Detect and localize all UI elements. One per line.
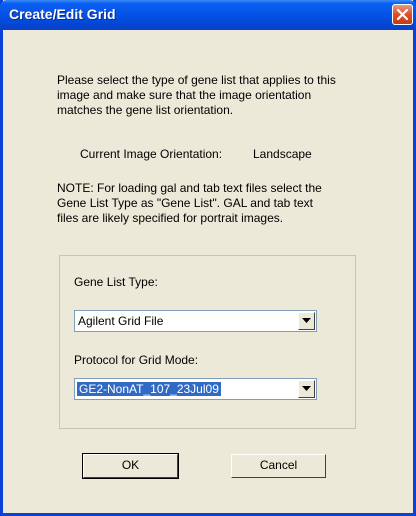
window-title: Create/Edit Grid <box>9 6 116 22</box>
ok-button[interactable]: OK <box>82 453 179 479</box>
gene-list-type-dropdown-button[interactable] <box>298 312 315 330</box>
gene-list-type-label: Gene List Type: <box>74 275 158 289</box>
instruction-line-2: image and make sure that the image orien… <box>57 88 312 102</box>
gene-list-type-select[interactable]: Agilent Grid File <box>74 310 317 332</box>
instruction-line-3: matches the gene list orientation. <box>57 103 234 117</box>
note-line-1: NOTE: For loading gal and tab text files… <box>57 181 322 195</box>
protocol-label: Protocol for Grid Mode: <box>74 353 199 367</box>
protocol-value: GE2-NonAT_107_23Jul09 <box>77 382 221 396</box>
close-icon <box>397 9 408 20</box>
chevron-down-icon <box>302 318 311 323</box>
orientation-label: Current Image Orientation: <box>80 147 223 161</box>
chevron-down-icon <box>302 386 311 391</box>
note-line-3: files are likely specified for portrait … <box>57 211 284 225</box>
gene-list-type-value: Agilent Grid File <box>78 314 164 328</box>
instruction-line-1: Please select the type of gene list that… <box>57 73 336 87</box>
title-bar[interactable]: Create/Edit Grid <box>0 0 416 30</box>
cancel-button[interactable]: Cancel <box>231 454 326 478</box>
protocol-dropdown-button[interactable] <box>298 380 315 398</box>
orientation-value: Landscape <box>253 147 312 161</box>
note-line-2: Gene List Type as "Gene List". GAL and t… <box>57 196 314 210</box>
close-button[interactable] <box>392 4 413 25</box>
protocol-select[interactable]: GE2-NonAT_107_23Jul09 <box>74 378 317 400</box>
